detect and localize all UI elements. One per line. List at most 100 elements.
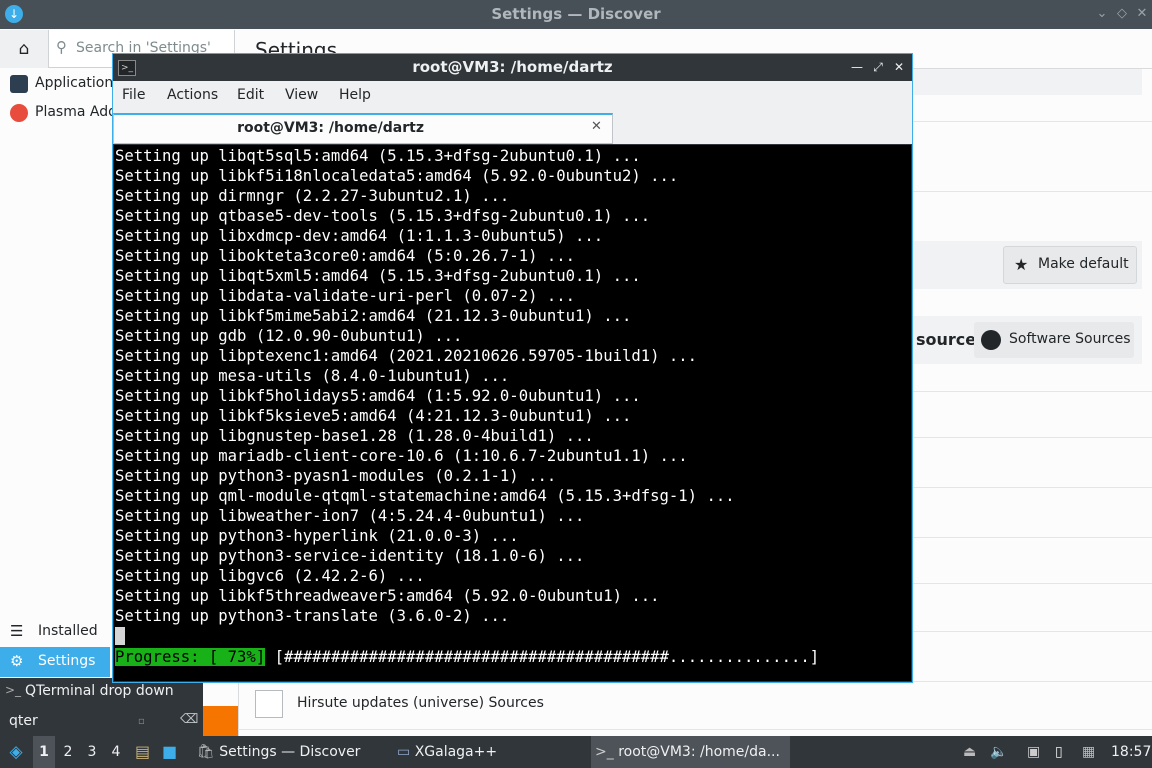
- maximize-icon[interactable]: ◇: [1112, 4, 1132, 24]
- clipboard-icon[interactable]: ▯: [1055, 736, 1063, 768]
- terminal-line: Setting up dirmngr (2.2.27-3ubuntu2.1) .…: [115, 187, 510, 205]
- terminal-line: Setting up qml-module-qtqml-statemachine…: [115, 487, 735, 505]
- task-xgalaga[interactable]: ▭ XGalaga++: [393, 736, 497, 768]
- menu-help[interactable]: Help: [339, 87, 371, 103]
- terminal-line: Setting up libkf5ksieve5:amd64 (4:21.12.…: [115, 407, 632, 425]
- terminal-tabbar: root@VM3: /home/dartz ✕: [113, 111, 912, 144]
- task-terminal[interactable]: >_ root@VM3: /home/da...: [591, 736, 790, 768]
- list-icon: ☰: [10, 622, 24, 640]
- progress-line: Progress: [ 73%] [######################…: [115, 647, 819, 667]
- terminal-icon: >_: [5, 683, 22, 697]
- sidebar-item-plasma-addons[interactable]: Plasma Addons: [0, 98, 112, 128]
- progress-bar: [#######################################…: [274, 648, 820, 666]
- menu-file[interactable]: File: [122, 87, 145, 103]
- terminal-window-title: root@VM3: /home/dartz: [412, 58, 613, 76]
- start-menu-icon[interactable]: ◈: [4, 736, 28, 768]
- volume-icon[interactable]: 🔈: [990, 736, 1007, 768]
- sidebar-item-label: Plasma Addons: [35, 104, 112, 120]
- source-heading: source: [916, 330, 977, 349]
- minimize-icon[interactable]: ⌄: [1092, 4, 1112, 24]
- home-button[interactable]: ⌂: [0, 30, 49, 68]
- terminal-line: Setting up libweather-ion7 (4:5.24.4-0ub…: [115, 507, 585, 525]
- task-discover[interactable]: 🛍 Settings — Discover: [193, 736, 360, 768]
- menu-view[interactable]: View: [285, 87, 318, 103]
- terminal-line: Setting up libkf5threadweaver5:amd64 (5.…: [115, 587, 660, 605]
- workspace-2[interactable]: 2: [57, 736, 79, 768]
- workspace-1[interactable]: 1: [33, 736, 55, 768]
- terminal-line: Setting up libqt5xml5:amd64 (5.15.3+dfsg…: [115, 267, 641, 285]
- terminal-line: Setting up gdb (12.0.90-0ubuntu1) ...: [115, 327, 463, 345]
- terminal-line: Setting up mesa-utils (8.4.0-1ubuntu1) .…: [115, 367, 510, 385]
- terminal-line: Setting up libxdmcp-dev:amd64 (1:1.1.3-0…: [115, 227, 604, 245]
- discover-window-title: Settings — Discover: [491, 5, 661, 23]
- terminal-line: Setting up libkf5mime5abi2:amd64 (21.12.…: [115, 307, 632, 325]
- close-tab-icon[interactable]: ✕: [591, 119, 602, 134]
- terminal-line: Setting up python3-service-identity (18.…: [115, 547, 585, 565]
- clock[interactable]: 18:57: [1111, 736, 1151, 768]
- search-icon: ⚲: [56, 38, 67, 56]
- terminal-output[interactable]: Setting up libqt5sql5:amd64 (5.15.3+dfsg…: [114, 145, 911, 681]
- task-label: XGalaga++: [414, 744, 498, 760]
- launcher-search-value: qter: [9, 713, 38, 729]
- sidebar-item-applications[interactable]: Applications: [0, 69, 112, 99]
- make-default-button[interactable]: ★ Make default: [1003, 246, 1137, 284]
- sidebar-item-label: Installed: [38, 623, 98, 639]
- software-sources-icon: [981, 330, 1001, 350]
- progress-label: Progress: [ 73%]: [115, 648, 266, 666]
- terminal-line: Setting up libgnustep-base1.28 (1.28.0-4…: [115, 427, 594, 445]
- show-desktop-icon[interactable]: ■: [162, 736, 177, 768]
- hirsute-sources-checkbox[interactable]: [255, 690, 283, 718]
- terminal-line: Setting up python3-hyperlink (21.0.0-3) …: [115, 527, 519, 545]
- terminal-line: Setting up libkf5holidays5:amd64 (1:5.92…: [115, 387, 641, 405]
- sidebar-item-installed[interactable]: ☰ Installed: [0, 617, 110, 647]
- workspace-4[interactable]: 4: [105, 736, 127, 768]
- terminal-task-icon: >_: [595, 744, 614, 760]
- terminal-line: Setting up mariadb-client-core-10.6 (1:1…: [115, 447, 688, 465]
- taskbar: ◈ 1 2 3 4 ▤ ■ 🛍 Settings — Discover ▭ XG…: [0, 736, 1152, 768]
- launcher-search-input[interactable]: qter ▫ ⌫: [0, 706, 203, 736]
- clear-icon[interactable]: ⌫: [180, 712, 198, 727]
- menu-actions[interactable]: Actions: [167, 87, 218, 103]
- xgalaga-task-icon: ▭: [397, 744, 411, 760]
- menu-edit[interactable]: Edit: [237, 87, 264, 103]
- make-default-label: Make default: [1038, 256, 1129, 272]
- home-icon: ⌂: [18, 39, 30, 59]
- highlight-block: [203, 706, 238, 736]
- sidebar-item-settings[interactable]: ⚙ Settings: [0, 647, 110, 677]
- tray-updates-icon[interactable]: ⏏: [963, 736, 976, 768]
- network-icon[interactable]: ▦: [1082, 736, 1095, 768]
- hirsute-sources-label: Hirsute updates (universe) Sources: [297, 695, 544, 711]
- terminal-tab[interactable]: root@VM3: /home/dartz ✕: [113, 113, 613, 144]
- applications-icon: [10, 75, 28, 93]
- plasma-icon: [10, 104, 28, 122]
- terminal-line: Setting up libdata-validate-uri-perl (0.…: [115, 287, 576, 305]
- terminal-line: Setting up libgvc6 (2.42.2-6) ...: [115, 567, 425, 585]
- terminal-line: Setting up libptexenc1:amd64 (2021.20210…: [115, 347, 698, 365]
- terminal-cursor: [115, 627, 125, 645]
- maximize-icon[interactable]: ⤢: [869, 58, 887, 76]
- software-sources-label: Software Sources: [1009, 331, 1131, 347]
- launcher-result-label: QTerminal drop down: [25, 683, 174, 699]
- sidebar-item-label: Settings: [38, 653, 96, 669]
- terminal-line: Setting up qtbase5-dev-tools (5.15.3+dfs…: [115, 207, 651, 225]
- terminal-menubar: File Actions Edit View Help: [113, 81, 912, 111]
- divider: [238, 729, 1152, 730]
- discover-task-icon: 🛍: [197, 744, 215, 760]
- terminal-line: Setting up libqt5sql5:amd64 (5.15.3+dfsg…: [115, 147, 641, 165]
- star-icon: ★: [1014, 255, 1029, 274]
- file-manager-icon[interactable]: ▤: [135, 736, 150, 768]
- workspace-3[interactable]: 3: [81, 736, 103, 768]
- resize-grip-icon: ▫: [138, 716, 145, 727]
- software-sources-button[interactable]: Software Sources: [974, 322, 1134, 358]
- terminal-line: Setting up libkf5i18nlocaledata5:amd64 (…: [115, 167, 679, 185]
- close-icon[interactable]: ✕: [1132, 4, 1152, 24]
- task-label: Settings — Discover: [219, 744, 361, 760]
- terminal-line: Setting up python3-translate (3.6.0-2) .…: [115, 607, 510, 625]
- minimize-icon[interactable]: —: [848, 58, 866, 76]
- close-icon[interactable]: ✕: [890, 58, 908, 76]
- tray-screen-icon[interactable]: ▣: [1027, 736, 1040, 768]
- qterminal-window: >_ root@VM3: /home/dartz — ⤢ ✕ File Acti…: [112, 53, 913, 683]
- task-label: root@VM3: /home/da...: [618, 744, 780, 760]
- terminal-line: Setting up python3-pyasn1-modules (0.2.1…: [115, 467, 557, 485]
- terminal-line: Setting up libokteta3core0:amd64 (5:0.26…: [115, 247, 576, 265]
